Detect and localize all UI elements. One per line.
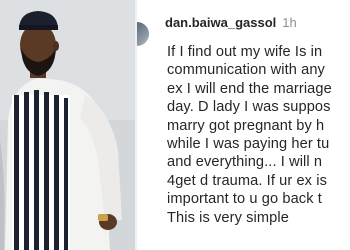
comment-line: communication with any xyxy=(167,62,325,79)
comment-line: If I find out my wife Is in xyxy=(167,44,323,60)
comment-line: important to u go back t xyxy=(167,191,322,208)
comment-timestamp: 1h xyxy=(282,15,297,30)
comment-line: This is very simple xyxy=(167,209,289,226)
comment-line: day. D lady I was suppos xyxy=(167,99,331,116)
user-avatar[interactable] xyxy=(137,22,149,46)
comment-line: while I was paying her tu xyxy=(167,136,330,153)
username-link[interactable]: dan.baiwa_gassol xyxy=(165,15,276,30)
post-photo[interactable] xyxy=(0,0,135,250)
comment-header: dan.baiwa_gassol 1h xyxy=(165,15,297,31)
comment-line: 4get d trauma. If ur ex is xyxy=(167,172,327,189)
comment-line: and everything... I will n xyxy=(167,154,323,171)
post-screenshot: dan.baiwa_gassol 1h If I find out my wife… xyxy=(0,0,350,250)
comment-line: marry got pregnant by h xyxy=(167,117,325,134)
comment-line: ex I will end the marriage xyxy=(167,80,332,97)
man-portrait-image xyxy=(0,0,135,250)
comment-body: If I find out my wife Is in communicatio… xyxy=(167,43,350,227)
comment-panel: dan.baiwa_gassol 1h If I find out my wife… xyxy=(137,0,350,250)
